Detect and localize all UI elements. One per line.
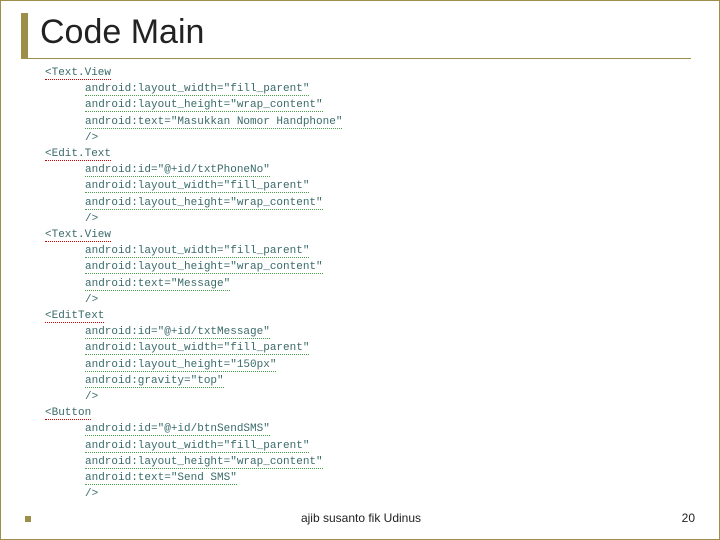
code-line: <Button — [45, 407, 91, 420]
code-line: android:text="Masukkan Nomor Handphone" — [85, 116, 342, 129]
code-line: android:layout_width="fill_parent" — [85, 83, 309, 96]
code-line: <EditText — [45, 310, 104, 323]
code-line: android:layout_height="wrap_content" — [85, 99, 323, 112]
code-line: android:id="@+id/btnSendSMS" — [85, 423, 270, 436]
code-line: <Text.View — [45, 67, 111, 80]
code-line: android:text="Send SMS" — [85, 472, 237, 485]
code-line: android:layout_height="150px" — [85, 359, 276, 372]
code-line: android:text="Message" — [85, 278, 230, 291]
title-block: Code Main — [21, 13, 691, 59]
page-number: 20 — [682, 511, 695, 525]
code-line: android:gravity="top" — [85, 375, 224, 388]
code-line: /> — [85, 294, 98, 306]
code-line: android:layout_height="wrap_content" — [85, 456, 323, 469]
code-line: android:id="@+id/txtPhoneNo" — [85, 164, 270, 177]
code-line: /> — [85, 391, 98, 403]
code-line: /> — [85, 132, 98, 144]
slide: Code Main <Text.View android:layout_widt… — [0, 0, 720, 540]
code-line: android:layout_width="fill_parent" — [85, 342, 309, 355]
code-line: <Text.View — [45, 229, 111, 242]
code-line: android:layout_width="fill_parent" — [85, 245, 309, 258]
code-line: android:layout_height="wrap_content" — [85, 197, 323, 210]
code-line: /> — [85, 488, 98, 500]
slide-title: Code Main — [40, 13, 691, 52]
code-line: android:layout_width="fill_parent" — [85, 180, 309, 193]
code-line: <Edit.Text — [45, 148, 111, 161]
code-line: /> — [85, 213, 98, 225]
footer-text: ajib susanto fik Udinus — [1, 511, 720, 525]
code-line: android:layout_width="fill_parent" — [85, 440, 309, 453]
code-line: android:layout_height="wrap_content" — [85, 261, 323, 274]
code-line: android:id="@+id/txtMessage" — [85, 326, 270, 339]
code-listing: <Text.View android:layout_width="fill_pa… — [45, 65, 465, 502]
